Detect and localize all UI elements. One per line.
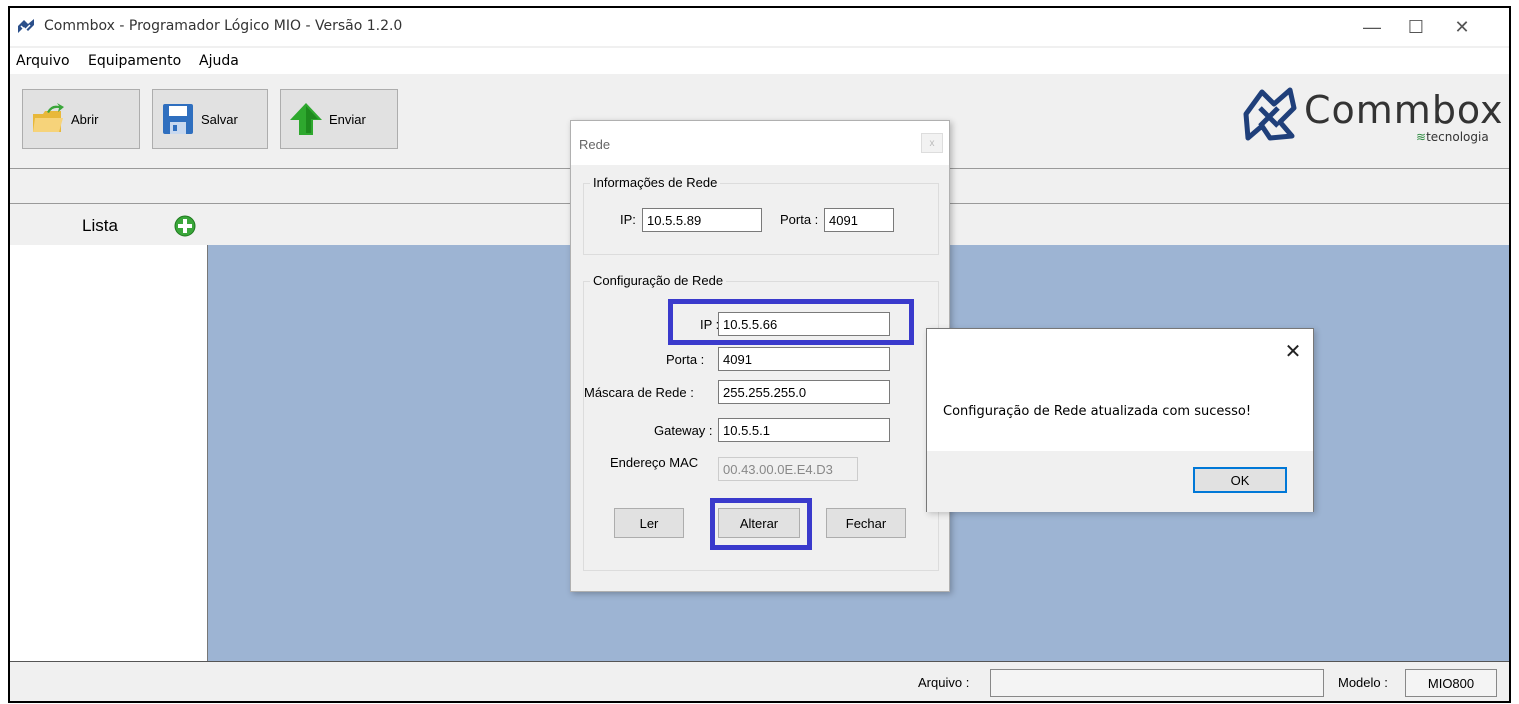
info-group-title: Informações de Rede	[590, 175, 721, 190]
open-label: Abrir	[71, 111, 99, 127]
floppy-disk-icon	[163, 104, 193, 134]
brand-dots: ≋	[1416, 130, 1427, 144]
program-list-panel[interactable]	[10, 245, 208, 661]
info-porta-field[interactable]: 4091	[824, 208, 894, 232]
menu-ajuda[interactable]: Ajuda	[199, 53, 239, 69]
success-message-box: ✕ Configuração de Rede atualizada com su…	[926, 328, 1314, 512]
rede-close-button[interactable]: x	[921, 133, 943, 153]
info-ip-label: IP:	[620, 212, 636, 227]
app-icon	[18, 19, 34, 33]
info-group: Informações de Rede IP: 10.5.5.89 Porta …	[583, 175, 939, 255]
close-dialog-button[interactable]: Fechar	[826, 508, 906, 538]
rede-dialog: Rede x Informações de Rede IP: 10.5.5.89…	[570, 120, 950, 592]
brand-sub-text: tecnologia	[1426, 130, 1489, 144]
rede-title-bar[interactable]: Rede x	[571, 121, 949, 165]
info-porta-label: Porta :	[780, 212, 819, 227]
msg-close-button[interactable]: ✕	[1279, 337, 1307, 365]
menu-arquivo[interactable]: Arquivo	[16, 53, 70, 69]
close-button[interactable]: ✕	[1440, 12, 1484, 42]
window-title: Commbox - Programador Lógico MIO - Versã…	[44, 18, 403, 34]
config-mac-label: Endereço MAC	[610, 455, 699, 470]
save-label: Salvar	[201, 111, 238, 127]
config-mac-field: 00.43.00.0E.E4.D3	[718, 457, 858, 481]
arquivo-field	[990, 669, 1324, 697]
arquivo-label: Arquivo :	[918, 675, 970, 690]
config-mask-field[interactable]: 255.255.255.0	[718, 380, 890, 404]
config-gateway-field[interactable]: 10.5.5.1	[718, 418, 890, 442]
alterar-highlight-box	[710, 498, 812, 550]
send-label: Enviar	[329, 111, 366, 127]
modelo-field: MIO800	[1405, 669, 1497, 697]
msg-footer: OK	[927, 451, 1313, 512]
brand-name: Commbox	[1304, 88, 1504, 132]
minimize-button[interactable]: —	[1350, 12, 1394, 42]
add-icon[interactable]	[174, 215, 196, 237]
success-message-text: Configuração de Rede atualizada com suce…	[943, 404, 1252, 419]
info-ip-field[interactable]: 10.5.5.89	[642, 208, 762, 232]
folder-open-icon	[33, 103, 64, 132]
config-mask-label: Máscara de Rede :	[584, 385, 694, 400]
modelo-label: Modelo :	[1338, 675, 1388, 690]
menu-equipamento[interactable]: Equipamento	[88, 53, 181, 69]
ip-highlight-box	[668, 299, 914, 345]
read-button[interactable]: Ler	[614, 508, 684, 538]
commbox-logo-icon	[1243, 87, 1297, 141]
maximize-button[interactable]: ☐	[1394, 12, 1438, 42]
ok-button[interactable]: OK	[1193, 467, 1287, 493]
rede-title: Rede	[579, 137, 611, 152]
save-button[interactable]: Salvar	[152, 89, 268, 149]
send-button[interactable]: Enviar	[280, 89, 398, 149]
config-gateway-label: Gateway :	[654, 423, 713, 438]
config-group-title: Configuração de Rede	[590, 273, 727, 288]
config-porta-label: Porta :	[666, 352, 705, 367]
status-bar: Arquivo : Modelo : MIO800	[10, 661, 1509, 701]
arrow-up-icon	[290, 103, 322, 135]
brand-logo: Commbox ≋tecnologia	[1240, 84, 1509, 144]
brand-subtitle: ≋tecnologia	[1416, 130, 1489, 144]
lista-label: Lista	[82, 216, 118, 235]
title-bar[interactable]: Commbox - Programador Lógico MIO - Versã…	[10, 8, 1509, 46]
config-porta-field[interactable]: 4091	[718, 347, 890, 371]
open-button[interactable]: Abrir	[22, 89, 140, 149]
menu-bar: Arquivo Equipamento Ajuda	[10, 48, 1509, 74]
